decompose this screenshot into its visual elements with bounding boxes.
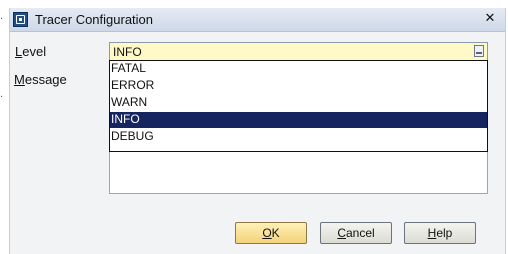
level-option-error[interactable]: ERROR [110,78,487,94]
level-options-list: FATAL ERROR WARN INFO DEBUG [109,60,488,152]
level-option-debug[interactable]: DEBUG [110,129,487,145]
level-select[interactable]: INFO [109,42,488,61]
tracer-app-icon [13,12,28,27]
level-label-rest: evel [22,44,47,59]
level-selected-value: INFO [113,45,142,59]
title-bar: Tracer Configuration ✕ [10,8,505,32]
cancel-button[interactable]: Cancel [320,222,392,244]
ok-button[interactable]: OK [235,222,307,244]
help-rest: elp [436,226,453,240]
window-title: Tracer Configuration [35,12,154,27]
message-label: Message [14,72,67,87]
ok-mnemonic: O [262,226,272,240]
close-icon[interactable]: ✕ [482,12,498,27]
level-label: Level [15,44,46,59]
left-edge-artifact: · [0,14,4,25]
ok-rest: K [271,226,280,240]
help-button[interactable]: Help [404,222,476,244]
dropdown-icon[interactable] [474,45,484,57]
level-option-info[interactable]: INFO [110,112,487,128]
left-edge-artifact-2: · [0,92,4,103]
level-option-fatal[interactable]: FATAL [110,61,487,77]
cancel-rest: ancel [345,226,375,240]
message-label-rest: essage [24,72,67,87]
cancel-mnemonic: C [337,226,346,240]
message-label-mnemonic: M [14,72,25,87]
level-option-warn[interactable]: WARN [110,95,487,111]
